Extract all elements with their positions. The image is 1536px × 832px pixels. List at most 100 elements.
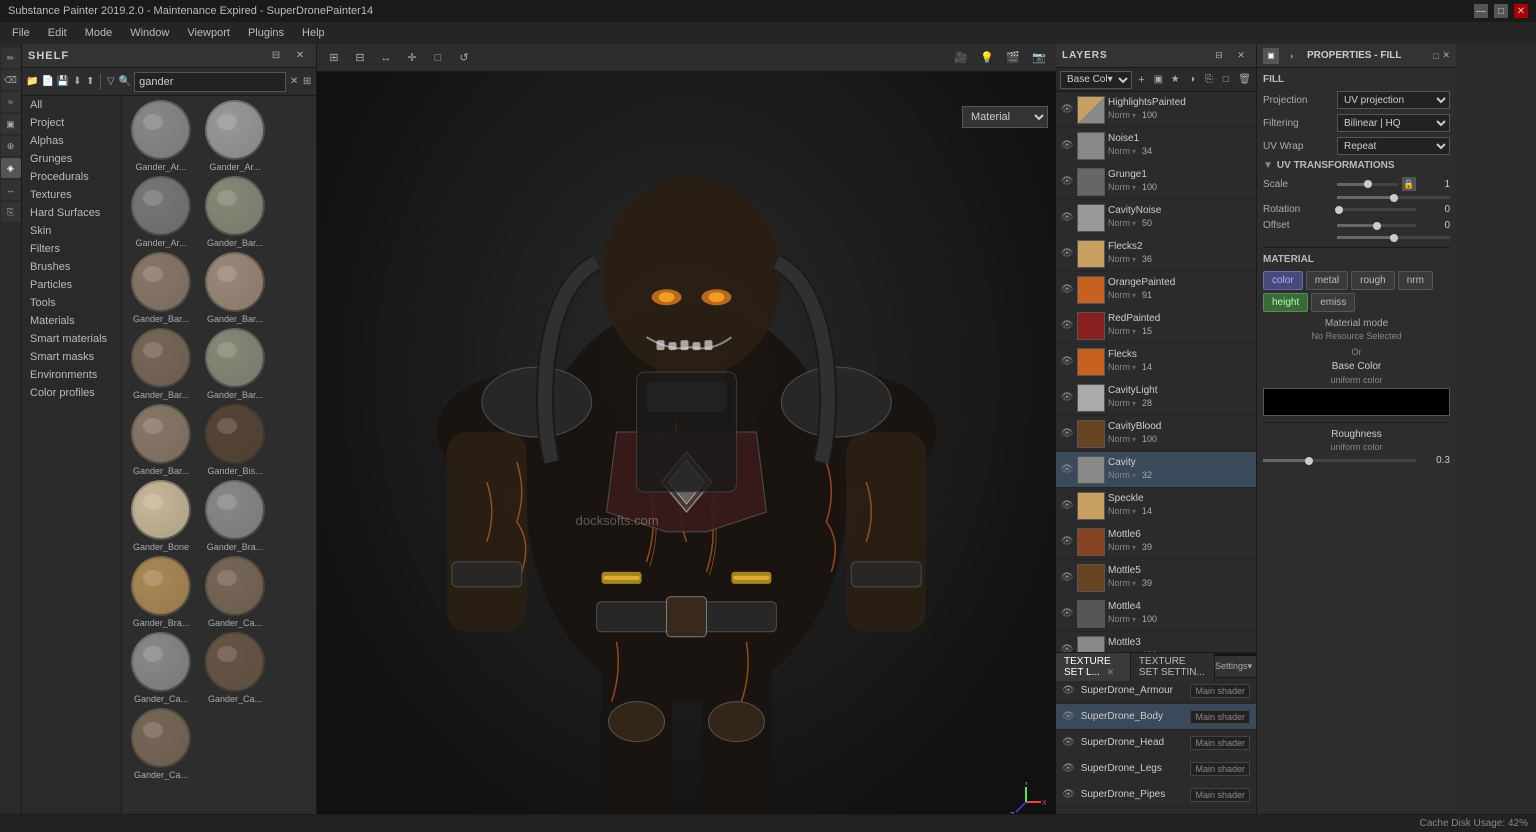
- menu-edit[interactable]: Edit: [40, 25, 75, 41]
- menu-window[interactable]: Window: [122, 25, 177, 41]
- layer-row[interactable]: 👁OrangePaintedNorm▾91: [1056, 272, 1256, 308]
- shelf-clear-search-icon[interactable]: ✕: [289, 72, 299, 92]
- mat-btn-color[interactable]: color: [1263, 271, 1303, 290]
- layer-row[interactable]: 👁CavityNorm▾32: [1056, 452, 1256, 488]
- vp-camera-icon[interactable]: 🎥: [950, 47, 972, 69]
- shelf-search-input[interactable]: [134, 72, 286, 92]
- layer-visibility-toggle[interactable]: 👁: [1060, 427, 1074, 441]
- layers-close-button[interactable]: ✕: [1232, 47, 1250, 65]
- tool-clone-icon[interactable]: ⎘: [1, 202, 21, 222]
- offset-slider2[interactable]: [1337, 236, 1450, 239]
- group-layers-button[interactable]: □: [1218, 71, 1233, 89]
- vp-screenshot-icon[interactable]: 📷: [1028, 47, 1050, 69]
- shelf-cat-environments[interactable]: Environments: [22, 366, 121, 384]
- layer-visibility-toggle[interactable]: 👁: [1060, 211, 1074, 225]
- ts-settings-select[interactable]: Settings▾: [1215, 661, 1252, 672]
- shelf-cat-tools[interactable]: Tools: [22, 294, 121, 312]
- shelf-close-button[interactable]: ✕: [290, 46, 310, 66]
- shelf-new-icon[interactable]: 📄: [41, 72, 53, 92]
- layer-row[interactable]: 👁HighlightsPaintedNorm▾100: [1056, 92, 1256, 128]
- mat-btn-rough[interactable]: rough: [1351, 271, 1395, 290]
- menu-plugins[interactable]: Plugins: [240, 25, 292, 41]
- texture-set-row[interactable]: 👁SuperDrone_BodyMain shader: [1056, 704, 1256, 730]
- shelf-item-8[interactable]: Gander_Bar...: [126, 404, 196, 476]
- delete-layer-button[interactable]: 🗑: [1237, 71, 1252, 89]
- menu-file[interactable]: File: [4, 25, 38, 41]
- shelf-item-12[interactable]: Gander_Bra...: [126, 556, 196, 628]
- vp-frame-icon[interactable]: ↔: [375, 47, 397, 69]
- shelf-dock-button[interactable]: ⊟: [266, 46, 286, 66]
- menu-viewport[interactable]: Viewport: [179, 25, 238, 41]
- vp-transform-icon[interactable]: ✛: [401, 47, 423, 69]
- title-bar-controls[interactable]: — □ ✕: [1474, 4, 1528, 18]
- add-fill-layer-button[interactable]: ▣: [1151, 71, 1166, 89]
- shelf-item-11[interactable]: Gander_Bra...: [200, 480, 270, 552]
- add-paint-layer-button[interactable]: +: [1134, 71, 1149, 89]
- shelf-cat-smart-materials[interactable]: Smart materials: [22, 330, 121, 348]
- layer-row[interactable]: 👁CavityNoiseNorm▾50: [1056, 200, 1256, 236]
- prop-expand-button[interactable]: □: [1433, 51, 1438, 61]
- shelf-cat-all[interactable]: All: [22, 96, 121, 114]
- layer-row[interactable]: 👁Flecks2Norm▾36: [1056, 236, 1256, 272]
- texture-set-settings-tab[interactable]: TEXTURE SET SETTIN...: [1131, 653, 1215, 681]
- vp-render-icon[interactable]: 🎬: [1002, 47, 1024, 69]
- layer-visibility-toggle[interactable]: 👁: [1060, 175, 1074, 189]
- blend-mode-select[interactable]: Base Col▾: [1060, 71, 1132, 89]
- tool-transform-icon[interactable]: ↔: [1, 180, 21, 200]
- prop-close-button[interactable]: ✕: [1442, 50, 1450, 61]
- layer-row[interactable]: 👁RedPaintedNorm▾15: [1056, 308, 1256, 344]
- minimize-button[interactable]: —: [1474, 4, 1488, 18]
- vp-grid-icon[interactable]: ⊞: [323, 47, 345, 69]
- vp-quad-icon[interactable]: ⊟: [349, 47, 371, 69]
- layer-row[interactable]: 👁FlecksNorm▾14: [1056, 344, 1256, 380]
- scale-slider[interactable]: [1337, 183, 1398, 186]
- shelf-grid-view-icon[interactable]: ⊞: [302, 72, 312, 92]
- mat-btn-nrm[interactable]: nrm: [1398, 271, 1433, 290]
- shelf-item-4[interactable]: Gander_Bar...: [126, 252, 196, 324]
- layer-row[interactable]: 👁Mottle6Norm▾39: [1056, 524, 1256, 560]
- layer-row[interactable]: 👁CavityLightNorm▾28: [1056, 380, 1256, 416]
- shelf-cat-project[interactable]: Project: [22, 114, 121, 132]
- close-button[interactable]: ✕: [1514, 4, 1528, 18]
- layer-visibility-toggle[interactable]: 👁: [1060, 607, 1074, 621]
- shelf-item-15[interactable]: Gander_Ca...: [200, 632, 270, 704]
- tool-picker-icon[interactable]: ◈: [1, 158, 21, 178]
- vp-reset-icon[interactable]: ↺: [453, 47, 475, 69]
- filtering-select[interactable]: Bilinear | HQ: [1337, 114, 1450, 132]
- ts-shader[interactable]: Main shader: [1190, 788, 1250, 802]
- ts-visibility-toggle[interactable]: 👁: [1062, 789, 1075, 800]
- ts-shader[interactable]: Main shader: [1190, 710, 1250, 724]
- texture-set-row[interactable]: 👁SuperDrone_LegsMain shader: [1056, 756, 1256, 782]
- maximize-button[interactable]: □: [1494, 4, 1508, 18]
- layer-visibility-toggle[interactable]: 👁: [1060, 571, 1074, 585]
- shelf-cat-materials[interactable]: Materials: [22, 312, 121, 330]
- mat-btn-emiss[interactable]: emiss: [1311, 293, 1355, 312]
- rotation-slider[interactable]: [1337, 208, 1416, 211]
- tool-projection-icon[interactable]: ⊕: [1, 136, 21, 156]
- tool-fill-icon[interactable]: ▣: [1, 114, 21, 134]
- shelf-cat-skin[interactable]: Skin: [22, 222, 121, 240]
- texture-set-row[interactable]: 👁SuperDrone_PipesMain shader: [1056, 782, 1256, 808]
- scale-slider2[interactable]: [1337, 196, 1450, 199]
- shelf-cat-hard-surfaces[interactable]: Hard Surfaces: [22, 204, 121, 222]
- shelf-cat-procedurals[interactable]: Procedurals: [22, 168, 121, 186]
- shelf-item-2[interactable]: Gander_Ar...: [126, 176, 196, 248]
- tool-eraser-icon[interactable]: ⌫: [1, 70, 21, 90]
- shelf-item-1[interactable]: Gander_Ar...: [200, 100, 270, 172]
- layer-visibility-toggle[interactable]: 👁: [1060, 319, 1074, 333]
- shelf-item-7[interactable]: Gander_Bar...: [200, 328, 270, 400]
- layer-row[interactable]: 👁Mottle5Norm▾39: [1056, 560, 1256, 596]
- layer-visibility-toggle[interactable]: 👁: [1060, 391, 1074, 405]
- shelf-item-14[interactable]: Gander_Ca...: [126, 632, 196, 704]
- texture-set-row[interactable]: 👁SuperDrone_ArmourMain shader: [1056, 678, 1256, 704]
- shelf-item-6[interactable]: Gander_Bar...: [126, 328, 196, 400]
- mat-btn-height[interactable]: height: [1263, 293, 1308, 312]
- shelf-cat-particles[interactable]: Particles: [22, 276, 121, 294]
- shelf-search-icon[interactable]: 🔍: [119, 72, 131, 92]
- menu-help[interactable]: Help: [294, 25, 333, 41]
- shelf-save-icon[interactable]: 💾: [57, 72, 69, 92]
- shelf-item-9[interactable]: Gander_Bis...: [200, 404, 270, 476]
- uv-transform-toggle[interactable]: ▼ UV transformations: [1263, 160, 1450, 171]
- add-effects-button[interactable]: ★: [1168, 71, 1183, 89]
- shelf-cat-color-profiles[interactable]: Color profiles: [22, 384, 121, 402]
